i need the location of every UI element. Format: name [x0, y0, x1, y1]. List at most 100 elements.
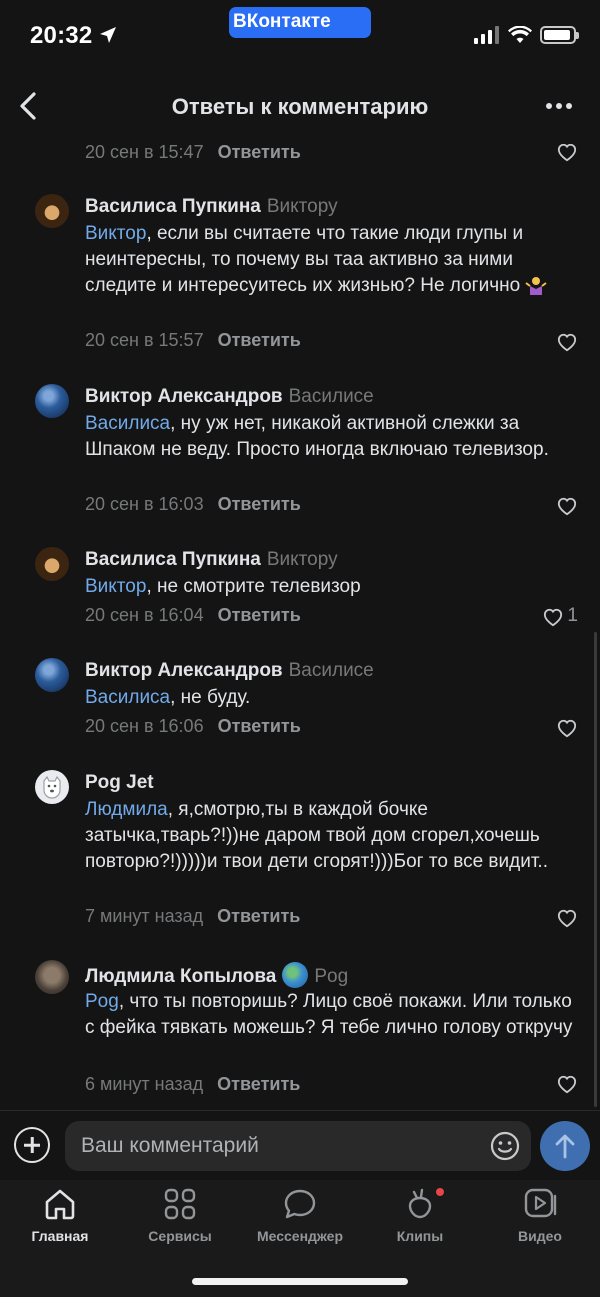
status-icons — [474, 26, 579, 44]
mention-link[interactable]: Василиса — [85, 687, 170, 708]
comment-text: Людмила, я,смотрю,ты в каждой бочке заты… — [85, 799, 548, 872]
avatar[interactable] — [35, 384, 69, 418]
comment-input[interactable] — [81, 1121, 481, 1171]
tab-video[interactable]: Видео — [480, 1186, 600, 1244]
messenger-icon — [284, 1189, 316, 1219]
comment-meta: 20 сен в 16:06 Ответить — [85, 716, 301, 737]
author-name[interactable]: Виктор Александров — [85, 660, 283, 681]
location-arrow-icon — [100, 27, 116, 43]
like-icon[interactable] — [542, 607, 564, 627]
reply-link[interactable]: Ответить — [217, 906, 300, 926]
services-icon — [164, 1188, 196, 1220]
video-icon — [524, 1188, 557, 1218]
tab-home[interactable]: Главная — [0, 1186, 120, 1244]
vk-app-pill[interactable]: ВКонтакте — [229, 7, 371, 38]
status-time: 20:32 — [30, 22, 93, 49]
comment-header: Людмила Копылова Pog — [85, 962, 348, 988]
comment-meta: 7 минут назад Ответить — [85, 906, 300, 927]
attach-plus-button[interactable] — [14, 1127, 50, 1163]
like-count: 1 — [567, 605, 578, 626]
send-button[interactable] — [540, 1121, 590, 1171]
avatar[interactable] — [35, 770, 69, 804]
like-icon[interactable] — [556, 908, 578, 928]
signal-icon — [474, 26, 499, 44]
mention-link[interactable]: Людмила — [85, 799, 168, 820]
reply-link[interactable]: Ответить — [218, 716, 301, 736]
reply-to[interactable]: Pog — [314, 966, 348, 987]
reply-to[interactable]: Василисе — [289, 386, 374, 407]
like-icon[interactable] — [556, 496, 578, 516]
dog-avatar-icon — [43, 775, 61, 799]
arrow-up-icon — [555, 1134, 575, 1159]
tab-clips[interactable]: Клипы — [360, 1186, 480, 1244]
comment-meta: 20 сен в 16:04 Ответить — [85, 605, 301, 626]
mention-link[interactable]: Виктор — [85, 576, 146, 597]
battery-icon — [540, 26, 579, 44]
reply-link[interactable]: Ответить — [218, 330, 301, 350]
like-icon[interactable] — [556, 142, 578, 162]
more-options-icon[interactable] — [546, 103, 572, 109]
comment-header: Виктор Александров Василисе — [85, 660, 374, 682]
reply-to[interactable]: Василисе — [289, 660, 374, 681]
like-icon[interactable] — [556, 718, 578, 738]
avatar[interactable] — [35, 547, 69, 581]
comment-header: Василиса Пупкина Виктору — [85, 549, 338, 571]
tab-label: Сервисы — [148, 1228, 212, 1244]
vk-pill-label: Контакте — [246, 11, 331, 32]
comment-meta: 20 сен в 15:57 Ответить — [85, 330, 301, 351]
scrollbar[interactable] — [594, 632, 597, 1107]
mention-link[interactable]: Виктор — [85, 223, 146, 244]
like-icon[interactable] — [556, 332, 578, 352]
tab-label: Видео — [518, 1228, 562, 1244]
reply-link[interactable]: Ответить — [218, 494, 301, 514]
comment-header: Pog Jet — [85, 772, 154, 794]
comment-time: 20 сен в 16:04 — [85, 605, 204, 625]
comment-meta: 20 сен в 16:03 Ответить — [85, 494, 301, 515]
reply-to[interactable]: Виктору — [267, 196, 338, 217]
reply-link[interactable]: Ответить — [218, 142, 301, 162]
shrug-emoji-icon — [525, 276, 548, 295]
comment-time: 6 минут назад — [85, 1074, 204, 1094]
tab-label: Клипы — [396, 1228, 444, 1244]
emoji-smile-icon[interactable] — [489, 1130, 521, 1162]
mention-link[interactable]: Pog — [85, 991, 119, 1012]
reply-to[interactable]: Виктору — [267, 549, 338, 570]
mention-link[interactable]: Василиса — [85, 413, 170, 434]
avatar[interactable] — [35, 960, 69, 994]
comment-input-wrap[interactable] — [65, 1121, 531, 1171]
comment-text: Виктор, если вы считаете что такие люди … — [85, 221, 583, 299]
globe-emoji-icon — [282, 962, 309, 988]
author-name[interactable]: Василиса Пупкина — [85, 196, 261, 217]
tab-label: Мессенджер — [256, 1228, 344, 1244]
tab-services[interactable]: Сервисы — [120, 1186, 240, 1244]
comment-header: Василиса Пупкина Виктору — [85, 196, 338, 218]
comment-time: 20 сен в 16:03 — [85, 494, 204, 514]
notification-dot — [436, 1188, 444, 1196]
comment-text: Василиса, не буду. — [85, 687, 251, 708]
wifi-icon — [508, 26, 532, 43]
comment-text: Василиса, ну уж нет, никакой активной сл… — [85, 413, 549, 460]
tab-label: Главная — [31, 1228, 89, 1244]
author-name[interactable]: Василиса Пупкина — [85, 549, 261, 570]
reply-link[interactable]: Ответить — [217, 1074, 300, 1094]
comment-meta: 20 сен в 15:47 Ответить — [85, 142, 301, 163]
comment-text: Pog, что ты повторишь? Лицо своё покажи.… — [85, 991, 573, 1038]
home-icon — [45, 1189, 75, 1220]
author-name[interactable]: Pog Jet — [85, 772, 154, 793]
vk-badge: В — [233, 11, 247, 32]
author-name[interactable]: Людмила Копылова — [85, 966, 276, 987]
comment-time: 20 сен в 15:47 — [85, 142, 204, 162]
home-indicator — [192, 1278, 408, 1285]
author-name[interactable]: Виктор Александров — [85, 386, 283, 407]
avatar[interactable] — [35, 658, 69, 692]
page-title: Ответы к комментарию — [171, 94, 429, 119]
avatar[interactable] — [35, 194, 69, 228]
reply-link[interactable]: Ответить — [218, 605, 301, 625]
comments-list: 20 сен в 15:47 Ответить Василиса Пупкина В… — [0, 0, 600, 1110]
comment-time: 7 минут назад — [85, 906, 204, 926]
comment-text: Виктор, не смотрите телевизор — [85, 576, 361, 597]
like-icon[interactable] — [556, 1074, 578, 1094]
tab-messenger[interactable]: Мессенджер — [240, 1186, 360, 1244]
comment-time: 20 сен в 15:57 — [85, 330, 204, 350]
comment-time: 20 сен в 16:06 — [85, 716, 204, 736]
